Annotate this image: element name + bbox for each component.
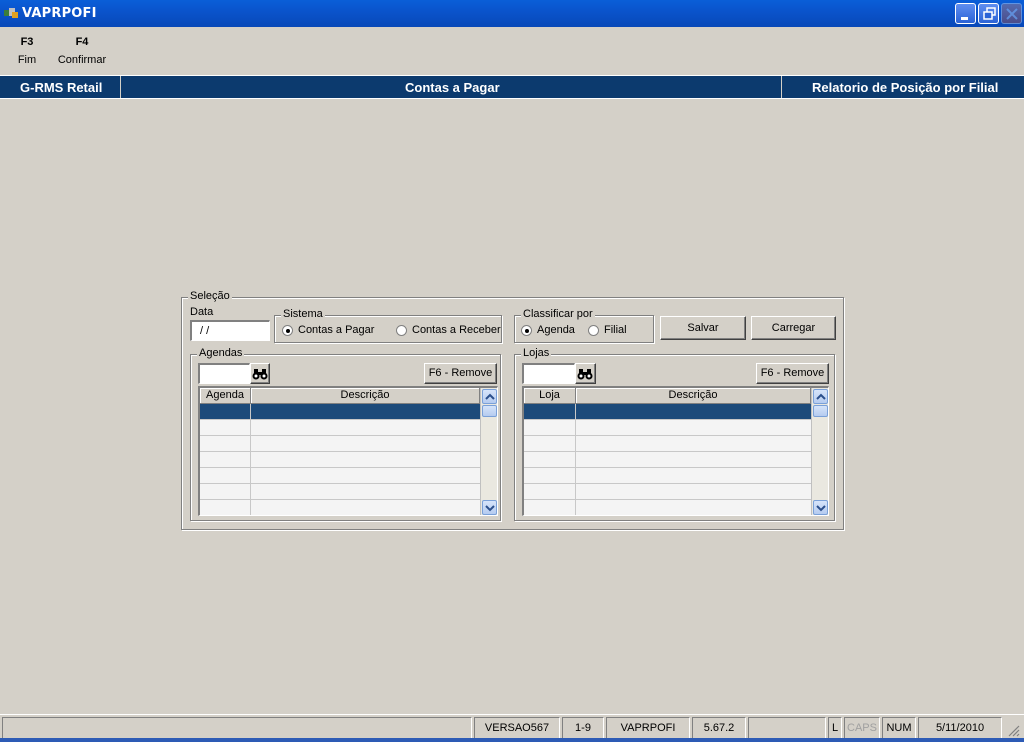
status-num: NUM: [882, 717, 916, 739]
status-caps: CAPS: [844, 717, 880, 739]
table-row[interactable]: [200, 436, 480, 452]
col-header-agenda[interactable]: Agenda: [200, 388, 251, 404]
table-row[interactable]: [200, 484, 480, 500]
scroll-up-icon[interactable]: [482, 389, 497, 404]
header-module: Contas a Pagar: [405, 80, 500, 95]
scroll-thumb[interactable]: [482, 405, 497, 417]
agendas-scrollbar[interactable]: [480, 388, 497, 515]
table-row[interactable]: [524, 484, 811, 500]
radio-contas-receber[interactable]: [396, 325, 407, 336]
status-empty: [748, 717, 826, 739]
table-row[interactable]: [524, 404, 811, 420]
date-label: Data: [190, 306, 214, 318]
agenda-search-button[interactable]: [250, 363, 270, 384]
radio-agenda-label: Agenda: [537, 324, 575, 336]
fkey-key: F4: [75, 36, 89, 48]
agenda-search-input[interactable]: [198, 363, 250, 384]
title-bar: VAPRPOFI: [0, 0, 1024, 27]
app-icon: [3, 6, 19, 20]
lojas-remove-button[interactable]: F6 - Remove: [756, 363, 829, 384]
f4-confirm-button[interactable]: F4 Confirmar: [56, 36, 108, 66]
scroll-thumb[interactable]: [813, 405, 828, 417]
radio-contas-pagar[interactable]: [282, 325, 293, 336]
fkey-label: Fim: [17, 54, 37, 66]
status-build: 5.67.2: [692, 717, 746, 739]
table-row[interactable]: [200, 420, 480, 436]
f3-exit-button[interactable]: F3 Fim: [2, 36, 52, 66]
col-header-descricao[interactable]: Descrição: [576, 388, 811, 404]
save-button[interactable]: Salvar: [660, 316, 746, 340]
table-row[interactable]: [200, 500, 480, 515]
status-message: [2, 717, 472, 739]
status-date: 5/11/2010: [918, 717, 1002, 739]
header-separator: [781, 76, 782, 98]
scroll-up-icon[interactable]: [813, 389, 828, 404]
taskbar-edge: [0, 738, 1024, 742]
header-separator: [120, 76, 121, 98]
table-row[interactable]: [524, 452, 811, 468]
sistema-title: Sistema: [281, 308, 325, 320]
agendas-remove-button[interactable]: F6 - Remove: [424, 363, 497, 384]
minimize-button[interactable]: [955, 3, 976, 24]
table-row[interactable]: [200, 452, 480, 468]
loja-search-input[interactable]: [522, 363, 575, 384]
remove-label: F6 - Remove: [760, 367, 825, 379]
selection-title: Seleção: [188, 290, 232, 302]
radio-filial-label: Filial: [604, 324, 627, 336]
lojas-title: Lojas: [521, 347, 552, 359]
table-row[interactable]: [524, 436, 811, 452]
radio-contas-pagar-label: Contas a Pagar: [298, 324, 375, 336]
fkey-key: F3: [20, 36, 34, 48]
header-app-name: G-RMS Retail: [20, 80, 103, 95]
status-program: VAPRPOFI: [606, 717, 690, 739]
status-lock: L: [828, 717, 842, 739]
window-title: VAPRPOFI: [22, 6, 97, 21]
agendas-title: Agendas: [197, 347, 245, 359]
lojas-grid[interactable]: Loja Descrição: [522, 386, 829, 516]
col-header-descricao[interactable]: Descrição: [251, 388, 480, 404]
lojas-scrollbar[interactable]: [811, 388, 828, 515]
loja-search-button[interactable]: [575, 363, 596, 384]
header-report-title: Relatorio de Posição por Filial: [812, 80, 999, 95]
radio-contas-receber-label: Contas a Receber: [412, 324, 501, 336]
remove-label: F6 - Remove: [428, 367, 493, 379]
agendas-grid[interactable]: Agenda Descrição: [198, 386, 498, 516]
table-row[interactable]: [524, 420, 811, 436]
date-value: / /: [200, 325, 210, 337]
status-version: VERSAO567: [474, 717, 560, 739]
fkey-label: Confirmar: [57, 54, 107, 66]
col-header-loja[interactable]: Loja: [524, 388, 576, 404]
table-row[interactable]: [524, 468, 811, 484]
close-button[interactable]: [1001, 3, 1022, 24]
status-company: 1-9: [562, 717, 604, 739]
radio-agenda[interactable]: [521, 325, 532, 336]
classificar-title: Classificar por: [521, 308, 595, 320]
radio-filial[interactable]: [588, 325, 599, 336]
load-button[interactable]: Carregar: [751, 316, 836, 340]
restore-button[interactable]: [978, 3, 999, 24]
resize-grip-icon[interactable]: [1006, 723, 1020, 737]
scroll-down-icon[interactable]: [482, 500, 497, 515]
scroll-down-icon[interactable]: [813, 500, 828, 515]
date-field[interactable]: / /: [190, 320, 270, 341]
table-row[interactable]: [524, 500, 811, 515]
module-header: G-RMS Retail Contas a Pagar Relatorio de…: [0, 75, 1024, 99]
table-row[interactable]: [200, 468, 480, 484]
table-row[interactable]: [200, 404, 480, 420]
